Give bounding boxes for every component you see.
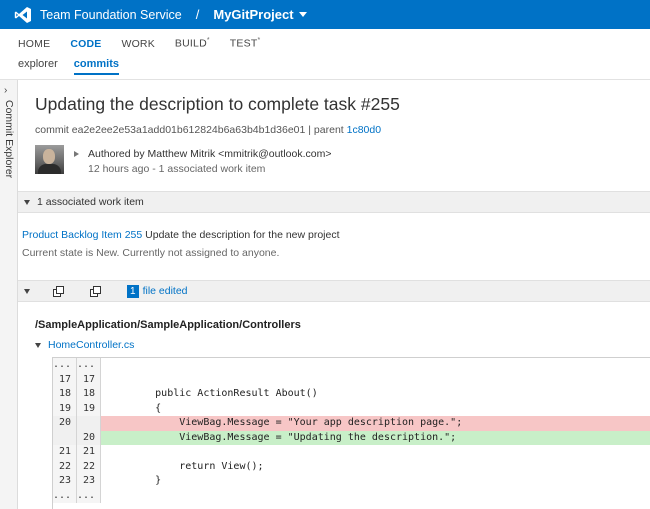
old-line-number: 20: [53, 416, 77, 431]
expand-all-icon[interactable]: [53, 285, 64, 297]
collapse-triangle-icon: [35, 342, 41, 348]
files-section-header: 1 file edited: [18, 280, 650, 302]
project-selector[interactable]: MyGitProject: [213, 7, 307, 22]
nav-work[interactable]: WORK: [121, 38, 154, 50]
diff-line-added: 20 ViewBag.Message = "Updating the descr…: [53, 430, 650, 445]
diff-line: ......: [53, 488, 650, 504]
commit-explorer-panel-toggle[interactable]: › Commit Explorer: [0, 80, 18, 509]
old-line-number: 21: [53, 445, 77, 460]
visual-studio-logo-icon[interactable]: [14, 6, 32, 24]
code-text: {: [107, 402, 162, 414]
diff-line: 17 17: [53, 372, 650, 388]
author-line: Authored by Matthew Mitrik <mmitrik@outl…: [88, 148, 332, 160]
author-toggle[interactable]: Authored by Matthew Mitrik <mmitrik@outl…: [74, 148, 332, 160]
nav-home[interactable]: HOME: [18, 38, 50, 50]
parent-label: | parent: [308, 124, 344, 136]
work-item-link[interactable]: Product Backlog Item 255: [22, 229, 142, 241]
diff-line: 18 18 public ActionResult About(): [53, 387, 650, 402]
tab-explorer[interactable]: explorer: [18, 58, 58, 73]
file-name-link[interactable]: HomeController.cs: [48, 339, 134, 351]
service-name[interactable]: Team Foundation Service: [40, 8, 182, 22]
old-line-number: 17: [53, 372, 77, 387]
diff-view: ...... 17 17 18 18 public ActionResult About…: [52, 357, 650, 509]
collapse-all-icon[interactable]: [90, 285, 101, 297]
nav-code[interactable]: CODE: [70, 38, 101, 50]
code-text: }: [107, 475, 162, 486]
nav-test-marker: *: [257, 37, 261, 45]
collapse-triangle-icon: [24, 199, 30, 205]
nav-work-label: WORK: [121, 37, 155, 50]
old-line-number: 23: [53, 474, 77, 489]
files-edited-link[interactable]: file edited: [143, 285, 188, 297]
nav-test-label: TEST: [229, 37, 258, 50]
new-line-number: 22: [77, 459, 101, 474]
breadcrumb-separator: /: [195, 7, 200, 22]
avatar-shoulders: [38, 164, 61, 174]
nav-code-label: CODE: [70, 37, 102, 50]
commit-explorer-label: Commit Explorer: [3, 100, 15, 179]
old-line-number: 19: [53, 401, 77, 416]
work-item-title: Update the description for the new proje…: [145, 229, 340, 241]
nav-home-label: HOME: [18, 37, 51, 50]
old-line-number: ...: [53, 488, 77, 503]
commit-label: commit: [35, 124, 69, 136]
parent-commit-link[interactable]: 1c80d0: [347, 124, 381, 136]
commit-id: ea2e2ee2e53a1add01b612824b6a63b4b1d36e01: [71, 124, 306, 136]
nav-build[interactable]: BUILD*: [175, 37, 210, 50]
files-count-badge: 1: [127, 284, 139, 298]
diff-line: 19 19 {: [53, 401, 650, 416]
new-line-number: ...: [77, 488, 101, 503]
commit-time-line: 12 hours ago - 1 associated work item: [88, 163, 266, 175]
diff-line: 23 23 }: [53, 474, 650, 489]
main-nav: HOME CODE WORK BUILD* TEST*: [0, 29, 650, 58]
nav-build-label: BUILD: [174, 37, 207, 50]
diff-line: 22 22 return View();: [53, 459, 650, 474]
old-line-number: 22: [53, 459, 77, 474]
commit-id-line: commit ea2e2ee2e53a1add01b612824b6a63b4b…: [35, 124, 381, 136]
project-name: MyGitProject: [213, 7, 294, 22]
new-line-number: 23: [77, 474, 101, 489]
tab-commits[interactable]: commits: [73, 58, 119, 75]
top-bar: Team Foundation Service / MyGitProject: [0, 0, 650, 29]
old-line-number: ...: [53, 358, 77, 373]
diff-line-deleted: 20 ViewBag.Message = "Your app descripti…: [53, 416, 650, 431]
nav-test[interactable]: TEST*: [230, 37, 261, 50]
code-text: ViewBag.Message = "Your app description …: [101, 416, 650, 431]
old-line-number: [53, 430, 77, 445]
file-entry[interactable]: HomeController.cs: [35, 339, 134, 351]
diff-line: ......: [53, 358, 650, 373]
collapse-triangle-icon[interactable]: [24, 288, 30, 294]
nav-build-marker: *: [206, 37, 210, 45]
avatar-face: [43, 149, 55, 164]
new-line-number: 20: [77, 430, 101, 445]
old-line-number: 18: [53, 387, 77, 402]
chevron-right-icon: ›: [4, 85, 8, 96]
folder-path: /SampleApplication/SampleApplication/Con…: [35, 319, 301, 331]
new-line-number: 21: [77, 445, 101, 460]
avatar: [35, 145, 64, 174]
work-items-section-label: 1 associated work item: [37, 196, 144, 208]
code-text: public ActionResult About(): [107, 388, 318, 399]
new-line-number: 18: [77, 387, 101, 402]
work-items-section-header[interactable]: 1 associated work item: [18, 191, 650, 213]
diff-line: 21 21: [53, 445, 650, 460]
new-line-number: 19: [77, 401, 101, 416]
new-line-number: [77, 416, 101, 431]
new-line-number: 17: [77, 372, 101, 387]
chevron-down-icon: [298, 12, 307, 17]
work-item-row: Product Backlog Item 255 Update the desc…: [22, 229, 340, 241]
sub-nav: explorer commits: [0, 58, 650, 80]
code-text: ViewBag.Message = "Updating the descript…: [101, 430, 650, 445]
expand-triangle-icon: [74, 151, 79, 157]
commit-title: Updating the description to complete tas…: [35, 94, 400, 114]
code-text: return View();: [107, 460, 264, 472]
commit-details: Updating the description to complete tas…: [18, 80, 650, 509]
work-item-state: Current state is New. Currently not assi…: [22, 247, 280, 259]
new-line-number: ...: [77, 358, 101, 373]
